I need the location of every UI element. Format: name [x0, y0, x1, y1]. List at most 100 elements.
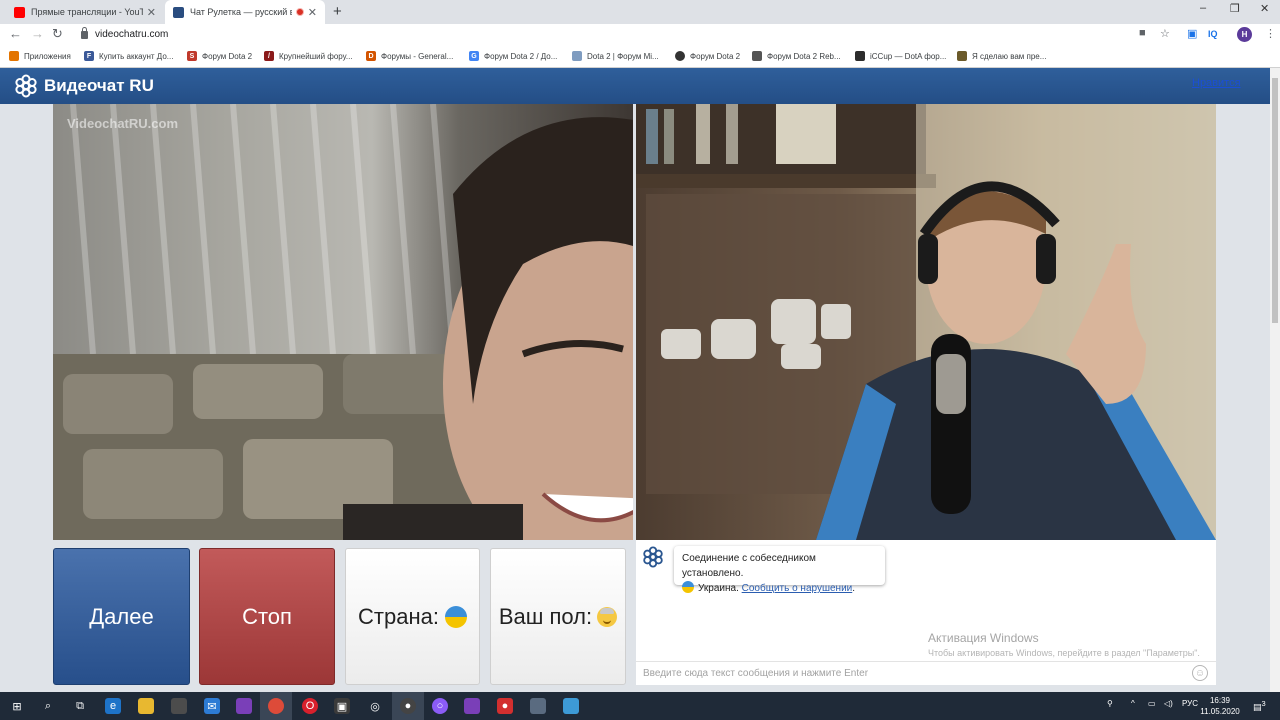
camera-icon[interactable]: ■ — [1139, 27, 1146, 39]
bookmark-item[interactable]: Я сделаю вам пре... — [957, 51, 1046, 61]
bookmark-label: iCCup — DotA фор... — [870, 51, 947, 61]
d-icon: D — [366, 51, 376, 61]
mail-icon[interactable]: ✉ — [204, 698, 220, 714]
tab-videochat[interactable]: Чат Рулетка — русский вид ✕ — [165, 0, 325, 24]
windows-taskbar: ⊞ ⌕ ⧉ e ✉ O ▣ ◎ ● ○ ● ⚲ ^ ▭ ◁) РУС 16:39… — [0, 692, 1280, 720]
smile-icon[interactable]: ☺ — [1192, 665, 1208, 681]
star-icon[interactable]: ☆ — [1160, 27, 1170, 40]
next-button[interactable]: Далее — [53, 548, 190, 685]
iq-extension-icon[interactable]: IQ — [1208, 29, 1218, 39]
maximize-button[interactable]: ❐ — [1230, 2, 1240, 15]
back-icon[interactable]: ← — [9, 26, 22, 41]
ukraine-flag-icon — [682, 581, 694, 593]
partner-video-frame — [53, 104, 633, 540]
country-name: Украина. — [698, 583, 739, 594]
minimize-button[interactable]: – — [1200, 2, 1206, 14]
chat-input-placeholder: Введите сюда текст сообщения и нажмите E… — [643, 668, 869, 679]
extension-icon[interactable]: ▣ — [1187, 27, 1197, 40]
scroll-thumb[interactable] — [1272, 78, 1278, 323]
site-logo[interactable]: Видеочат RU — [14, 74, 154, 98]
people-icon[interactable]: ⚲ — [1107, 699, 1113, 708]
bookmark-item[interactable]: / Крупнейший фору... — [264, 51, 353, 61]
person-emoji-icon — [597, 606, 618, 627]
windows-activation-title: Активация Windows — [928, 631, 1039, 645]
cloud-icon — [572, 51, 582, 61]
chat-panel: Соединение с собеседником установлено. У… — [636, 540, 1216, 685]
language-indicator[interactable]: РУС — [1182, 699, 1198, 708]
country-label: Страна: — [358, 603, 439, 629]
bookmark-item[interactable]: D Форумы - General... — [366, 51, 453, 61]
new-tab-button[interactable]: + — [333, 3, 342, 20]
self-video — [636, 104, 1216, 540]
date-text: 11.05.2020 — [1200, 707, 1240, 716]
task-view-icon[interactable]: ⧉ — [72, 698, 88, 714]
bookmark-item[interactable]: S Форум Dota 2 — [187, 51, 252, 61]
tip-icon — [855, 51, 865, 61]
message-country-line: Украина. Сообщить о нарушении. — [682, 581, 877, 596]
flower-logo-icon — [15, 74, 37, 98]
bookmark-label: Приложения — [24, 51, 71, 61]
bookmark-label: Форум Dota 2 — [690, 51, 741, 61]
notification-count: 3 — [1261, 699, 1266, 708]
bookmark-label: Форум Dota 2 — [202, 51, 253, 61]
bookmarks-bar: Приложения F Купить аккаунт До... S Фору… — [0, 46, 1280, 68]
message-text: Соединение с собеседником установлено. — [682, 553, 816, 579]
videochat-favicon-icon — [173, 6, 184, 18]
clock[interactable]: 16:39 11.05.2020 — [1200, 695, 1240, 717]
tab-title: Прямые трансляции - YouTube — [31, 7, 143, 17]
chat-input[interactable]: Введите сюда текст сообщения и нажмите E… — [636, 661, 1216, 685]
k-icon — [957, 51, 967, 61]
chrome-icon[interactable] — [268, 698, 284, 714]
app-icon[interactable] — [236, 698, 252, 714]
url-field[interactable]: videochatru.com — [81, 26, 168, 40]
app-icon[interactable] — [464, 698, 480, 714]
report-link[interactable]: Сообщить о нарушении — [742, 583, 853, 594]
bookmark-label: Купить аккаунт До... — [99, 51, 174, 61]
stop-button[interactable]: Стоп — [199, 548, 335, 685]
forward-icon[interactable]: → — [31, 26, 44, 41]
tray-expand-icon[interactable]: ^ — [1131, 699, 1135, 708]
bookmark-label: Крупнейший фору... — [279, 51, 353, 61]
country-select[interactable]: Страна: — [345, 548, 480, 685]
app-icon[interactable] — [563, 698, 579, 714]
ukraine-flag-icon — [444, 605, 467, 628]
recording-app-icon[interactable]: ● — [400, 698, 416, 714]
app-icon[interactable] — [530, 698, 546, 714]
profile-avatar[interactable]: H — [1237, 27, 1252, 42]
windows-start-icon[interactable]: ⊞ — [9, 698, 25, 714]
close-tab-icon[interactable]: ✕ — [147, 6, 156, 19]
page-scrollbar[interactable] — [1270, 68, 1280, 692]
bookmark-item[interactable]: Форум Dota 2 — [675, 51, 740, 61]
bookmark-item[interactable]: G Форум Dota 2 / До... — [469, 51, 557, 61]
flower-logo-icon — [643, 546, 663, 568]
obs-icon[interactable]: ◎ — [367, 698, 383, 714]
bookmark-item[interactable]: F Купить аккаунт До... — [84, 51, 173, 61]
report-suffix: . — [852, 583, 856, 594]
opera-icon[interactable]: O — [302, 698, 318, 714]
record-app-icon[interactable]: ● — [497, 698, 513, 714]
youtube-icon — [14, 6, 25, 18]
edge-icon[interactable]: e — [105, 698, 121, 714]
like-link[interactable]: Нравится — [1192, 77, 1241, 89]
gender-select[interactable]: Ваш пол: — [490, 548, 626, 685]
search-icon[interactable]: ⌕ — [40, 698, 56, 714]
media-icon[interactable]: ▣ — [334, 698, 350, 714]
bookmark-item[interactable]: iCCup — DotA фор... — [855, 51, 946, 61]
bookmark-apps[interactable]: Приложения — [9, 51, 71, 61]
close-window-button[interactable]: ✕ — [1260, 2, 1269, 15]
system-message: Соединение с собеседником установлено. У… — [674, 546, 885, 594]
file-explorer-icon[interactable] — [138, 698, 154, 714]
tab-youtube[interactable]: Прямые трансляции - YouTube ✕ — [6, 0, 164, 24]
volume-icon[interactable]: ◁) — [1164, 699, 1173, 708]
windows-activation-subtitle: Чтобы активировать Windows, перейдите в … — [928, 648, 1200, 658]
bookmark-item[interactable]: Dota 2 | Форум Mi... — [572, 51, 659, 61]
close-tab-icon[interactable]: ✕ — [308, 6, 317, 19]
network-icon[interactable]: ▭ — [1148, 699, 1156, 708]
videochat-page: Видеочат RU Нравится VideochatRU.com Дал… — [0, 68, 1270, 692]
menu-icon[interactable]: ⋮ — [1265, 27, 1276, 40]
reload-icon[interactable]: ↻ — [52, 26, 63, 42]
notifications-icon[interactable]: ▤3 — [1253, 699, 1266, 713]
circle-app-icon[interactable]: ○ — [432, 698, 448, 714]
bookmark-item[interactable]: Форум Dota 2 Reb... — [752, 51, 841, 61]
store-icon[interactable] — [171, 698, 187, 714]
